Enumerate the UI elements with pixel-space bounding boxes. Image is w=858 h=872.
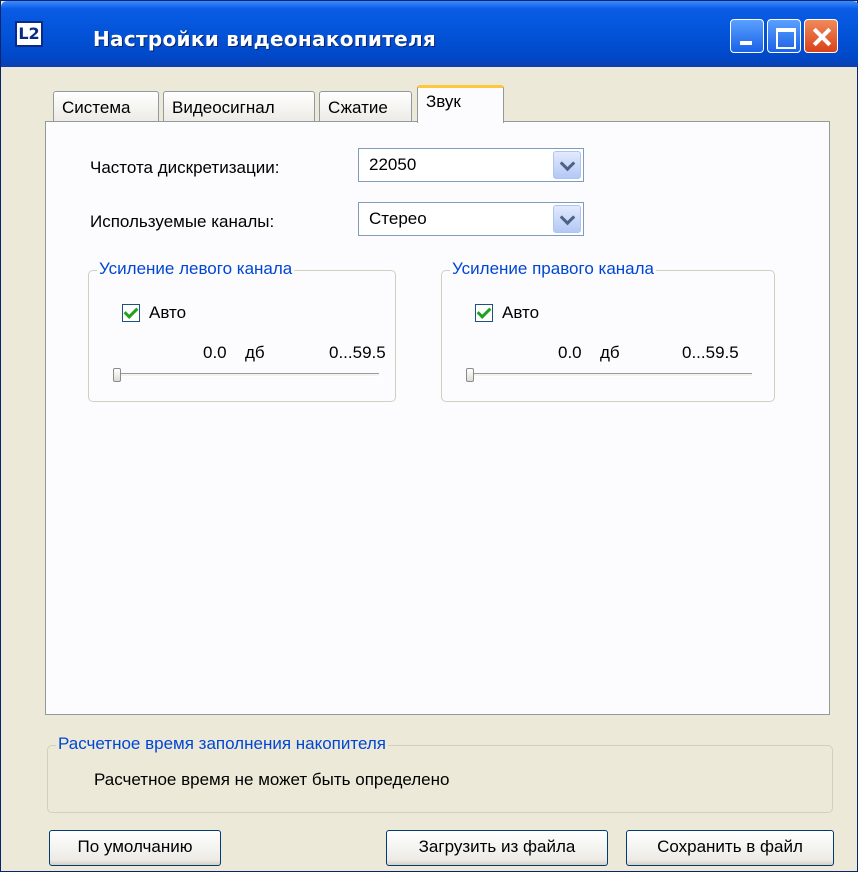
left-gain-group: Усиление левого канала Авто 0.0 дб 0...5…: [88, 259, 396, 402]
tab-video-signal[interactable]: Видеосигнал: [163, 91, 315, 121]
channels-value: Стерео: [369, 209, 427, 228]
estimate-title: Расчетное время заполнения накопителя: [56, 734, 388, 754]
right-gain-slider-track[interactable]: [470, 373, 752, 377]
chevron-down-icon[interactable]: [553, 151, 581, 179]
right-gain-slider-thumb[interactable]: [466, 368, 474, 382]
estimate-group: Расчетное время заполнения накопителя Ра…: [47, 734, 833, 813]
left-gain-title: Усиление левого канала: [97, 259, 295, 279]
left-auto-label: Авто: [149, 303, 187, 322]
load-from-file-button[interactable]: Загрузить из файла: [386, 830, 608, 866]
chevron-down-icon[interactable]: [553, 205, 581, 233]
right-auto-label: Авто: [502, 303, 540, 322]
channels-label: Используемые каналы:: [90, 212, 275, 231]
right-gain-unit: дб: [600, 343, 620, 362]
defaults-button[interactable]: По умолчанию: [49, 830, 221, 866]
app-logo-icon: L2: [15, 21, 43, 47]
minimize-icon[interactable]: [730, 19, 764, 53]
left-auto-checkbox[interactable]: [122, 304, 140, 322]
close-icon[interactable]: [804, 19, 838, 53]
sound-tab-panel: Частота дискретизации: 22050 Используемы…: [45, 121, 830, 715]
tab-compression[interactable]: Сжатие: [319, 91, 412, 121]
window-title: Настройки видеонакопителя: [93, 27, 437, 51]
settings-window: L2 Настройки видеонакопителя Система Вид…: [0, 0, 858, 872]
right-gain-title: Усиление правого канала: [450, 259, 656, 279]
save-to-file-button[interactable]: Сохранить в файл: [626, 830, 834, 866]
maximize-icon[interactable]: [767, 19, 801, 53]
sample-rate-select[interactable]: 22050: [358, 148, 584, 182]
tab-sound[interactable]: Звук: [417, 85, 504, 123]
left-gain-slider-thumb[interactable]: [113, 368, 121, 382]
tab-system[interactable]: Система: [53, 91, 159, 121]
left-gain-unit: дб: [245, 343, 265, 362]
right-auto-checkbox[interactable]: [475, 304, 493, 322]
sample-rate-value: 22050: [369, 155, 417, 174]
right-gain-range: 0...59.5: [682, 343, 739, 362]
left-gain-range: 0...59.5: [329, 343, 386, 362]
left-gain-value: 0.0: [203, 343, 227, 362]
right-gain-value: 0.0: [558, 343, 582, 362]
sample-rate-label: Частота дискретизации:: [90, 158, 280, 177]
estimate-text: Расчетное время не может быть определено: [94, 770, 450, 789]
right-gain-group: Усиление правого канала Авто 0.0 дб 0...…: [441, 259, 775, 402]
channels-select[interactable]: Стерео: [358, 202, 584, 236]
title-bar[interactable]: L2 Настройки видеонакопителя: [1, 1, 858, 67]
left-gain-slider-track[interactable]: [117, 373, 379, 377]
